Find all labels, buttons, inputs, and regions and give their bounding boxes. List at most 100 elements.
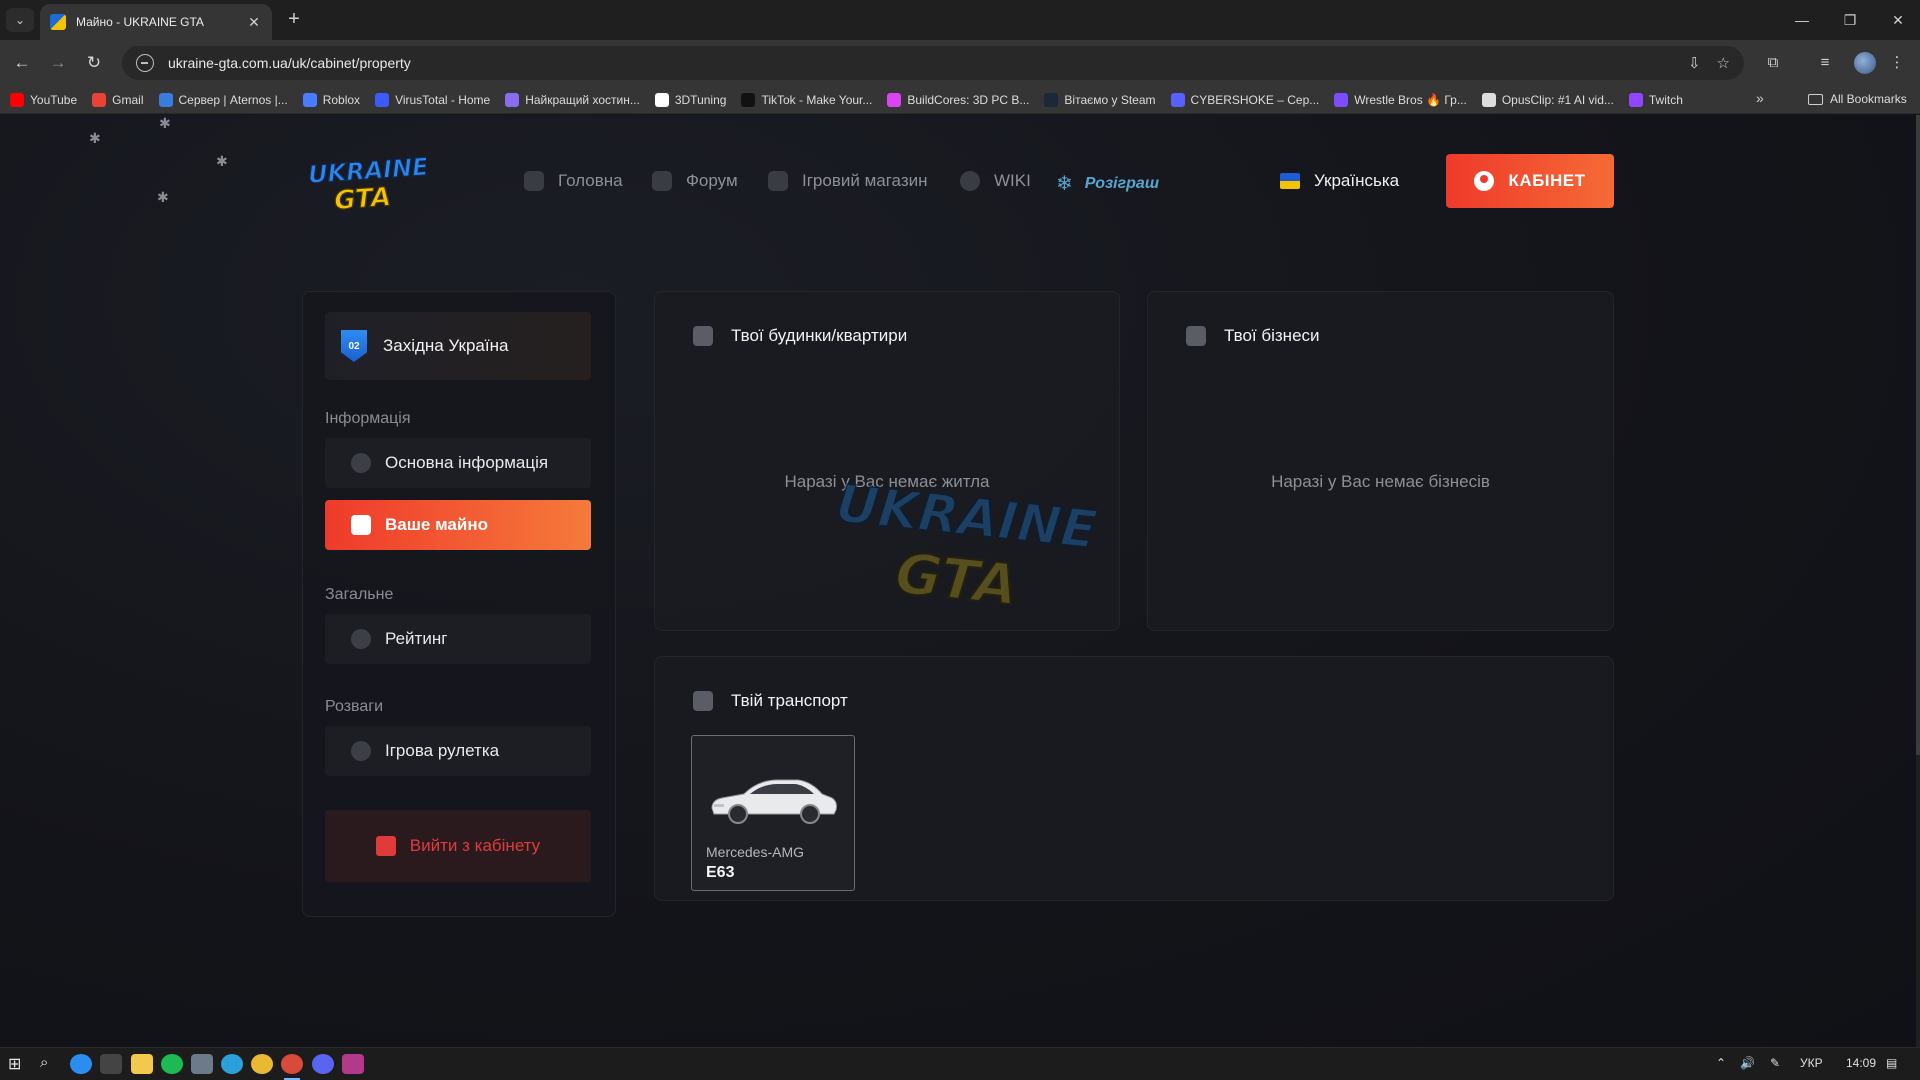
house-icon xyxy=(693,326,713,346)
bookmark-youtube[interactable]: YouTube xyxy=(10,92,77,107)
reload-button[interactable]: ↻ xyxy=(82,51,106,75)
chrome-icon[interactable] xyxy=(251,1054,273,1074)
bookmark-tiktok[interactable]: TikTok - Make Your... xyxy=(741,92,872,107)
twitch-icon xyxy=(1628,92,1643,107)
browser-tab-strip: ⌄ Майно - UKRAINE GTA ✕ + — ❐ ✕ xyxy=(0,0,1920,40)
bookmark-aternos[interactable]: Сервер | Aternos |... xyxy=(158,92,288,107)
bookmark-gmail[interactable]: Gmail xyxy=(92,92,144,107)
telegram-icon[interactable] xyxy=(221,1054,243,1074)
houses-card-header: Твої будинки/квартири xyxy=(693,326,907,346)
wrestle-bros-icon xyxy=(1334,92,1349,107)
browser-tab-active[interactable]: Майно - UKRAINE GTA ✕ xyxy=(40,4,272,40)
bookmark-wrestle-bros[interactable]: Wrestle Bros 🔥 Гр... xyxy=(1334,92,1467,107)
site-info-icon[interactable] xyxy=(136,54,154,72)
snowflake-icon: ✱ xyxy=(216,153,228,169)
pen-icon[interactable]: ✎ xyxy=(1770,1056,1780,1070)
section-title-general: Загальне xyxy=(325,586,394,603)
nav-forum[interactable]: Форум xyxy=(652,171,738,191)
menu-kebab-icon[interactable]: ⋮ xyxy=(1886,52,1908,74)
close-tab-icon[interactable]: ✕ xyxy=(246,14,262,31)
cabinet-button[interactable]: КАБІНЕТ xyxy=(1446,154,1614,208)
tab-search-button[interactable]: ⌄ xyxy=(6,8,34,32)
bookmark-3dtuning[interactable]: 3DTuning xyxy=(654,92,726,107)
sidebar-item-rating[interactable]: Рейтинг xyxy=(325,614,591,664)
tray-overflow-icon[interactable]: ⌃ xyxy=(1716,1056,1726,1070)
windows-start-icon[interactable]: ⊞ xyxy=(8,1054,30,1074)
ukraine-gta-logo[interactable]: UKRAINE GTA xyxy=(306,151,426,215)
notifications-icon[interactable]: ▤ xyxy=(1886,1056,1897,1070)
bag-icon xyxy=(768,171,788,191)
svg-text:GTA: GTA xyxy=(892,541,1020,615)
gmail-icon xyxy=(92,92,107,107)
roulette-icon xyxy=(351,741,371,761)
vehicle-card[interactable]: Mercedes-AMG E63 xyxy=(691,735,855,891)
volume-icon[interactable]: 🔊 xyxy=(1740,1056,1755,1070)
transport-card: Твій транспорт Mercedes-AMG E63 xyxy=(654,656,1614,901)
bookmark-roblox[interactable]: Roblox xyxy=(302,92,360,107)
bookmark-steam[interactable]: Вітаємо у Steam xyxy=(1044,92,1156,107)
edge-icon[interactable] xyxy=(70,1054,92,1074)
sidebar-item-property[interactable]: Ваше майно xyxy=(325,500,591,550)
bookmark-hosting[interactable]: Найкращий хостин... xyxy=(505,92,640,107)
car-icon xyxy=(351,515,371,535)
clock[interactable]: 14:09 xyxy=(1846,1056,1876,1070)
nav-shop[interactable]: Ігровий магазин xyxy=(768,171,928,191)
logout-button[interactable]: Вийти з кабінету xyxy=(325,810,591,882)
tiktok-icon xyxy=(741,92,756,107)
language-selector[interactable]: Українська xyxy=(1280,171,1399,191)
section-title-info: Інформація xyxy=(325,410,411,427)
hash-icon xyxy=(652,171,672,191)
spotify-icon[interactable] xyxy=(161,1054,183,1074)
back-button[interactable]: ← xyxy=(10,51,34,75)
keyboard-language[interactable]: УКР xyxy=(1800,1056,1823,1070)
nav-wiki[interactable]: WIKI xyxy=(960,171,1031,191)
restore-button[interactable]: ❐ xyxy=(1830,8,1870,32)
bookmark-cybershoke[interactable]: CYBERSHOKE – Сер... xyxy=(1170,92,1319,107)
opusclip-icon xyxy=(1481,92,1496,107)
media-control-icon[interactable]: ≡ xyxy=(1814,52,1836,74)
bookmark-opusclip[interactable]: OpusClip: #1 AI vid... xyxy=(1481,92,1614,107)
bookmark-virustotal[interactable]: VirusTotal - Home xyxy=(375,92,490,107)
chevron-down-icon: ⌄ xyxy=(14,13,26,27)
forward-button[interactable]: → xyxy=(46,51,70,75)
steam-icon xyxy=(1044,92,1059,107)
bookmark-buildcores[interactable]: BuildCores: 3D PC B... xyxy=(887,92,1029,107)
app-icon[interactable] xyxy=(191,1054,213,1074)
hosting-icon xyxy=(505,92,520,107)
minimize-button[interactable]: — xyxy=(1782,8,1822,32)
close-window-button[interactable]: ✕ xyxy=(1878,8,1918,32)
business-card-header: Твої бізнеси xyxy=(1186,326,1320,346)
search-icon[interactable]: ⌕ xyxy=(40,1054,62,1074)
address-bar[interactable]: ukraine-gta.com.ua/uk/cabinet/property ⇩… xyxy=(122,46,1744,80)
section-title-fun: Розваги xyxy=(325,698,384,715)
bookmarks-overflow-button[interactable]: » xyxy=(1756,90,1764,106)
new-tab-button[interactable]: + xyxy=(282,8,306,32)
chrome-active-icon[interactable] xyxy=(281,1054,303,1074)
bookmark-twitch[interactable]: Twitch xyxy=(1628,92,1683,107)
all-bookmarks-button[interactable]: All Bookmarks xyxy=(1808,92,1907,106)
extensions-icon[interactable]: ⧉ xyxy=(1762,52,1784,74)
file-explorer-icon[interactable] xyxy=(131,1054,153,1074)
calculator-icon[interactable] xyxy=(100,1054,122,1074)
url-text[interactable]: ukraine-gta.com.ua/uk/cabinet/property xyxy=(168,55,411,71)
page-scrollbar-thumb[interactable] xyxy=(1916,115,1920,755)
game-launcher-icon[interactable] xyxy=(342,1054,364,1074)
user-icon xyxy=(1474,171,1495,191)
vehicle-image xyxy=(711,779,837,824)
info-icon xyxy=(351,453,371,473)
roblox-icon xyxy=(302,92,317,107)
tab-title: Майно - UKRAINE GTA xyxy=(76,15,204,29)
car-icon xyxy=(693,691,713,711)
transport-card-header: Твій транспорт xyxy=(693,691,848,711)
nav-raffle[interactable]: ❄ Розіграш xyxy=(1056,171,1159,196)
install-app-icon[interactable]: ⇩ xyxy=(1688,54,1701,72)
server-selector[interactable]: 02 Західна Україна xyxy=(325,312,591,380)
profile-avatar[interactable] xyxy=(1854,52,1876,74)
sidebar-item-main-info[interactable]: Основна інформація xyxy=(325,438,591,488)
site-favicon-icon xyxy=(50,14,66,30)
nav-home[interactable]: Головна xyxy=(524,171,623,191)
bookmark-star-icon[interactable]: ☆ xyxy=(1717,54,1730,72)
sidebar-item-roulette[interactable]: Ігрова рулетка xyxy=(325,726,591,776)
discord-icon[interactable] xyxy=(312,1054,334,1074)
page-viewport: ✱ ✱ ✱ ✱ UKRAINE GTA Головна Форум Ігрови… xyxy=(0,115,1916,1047)
